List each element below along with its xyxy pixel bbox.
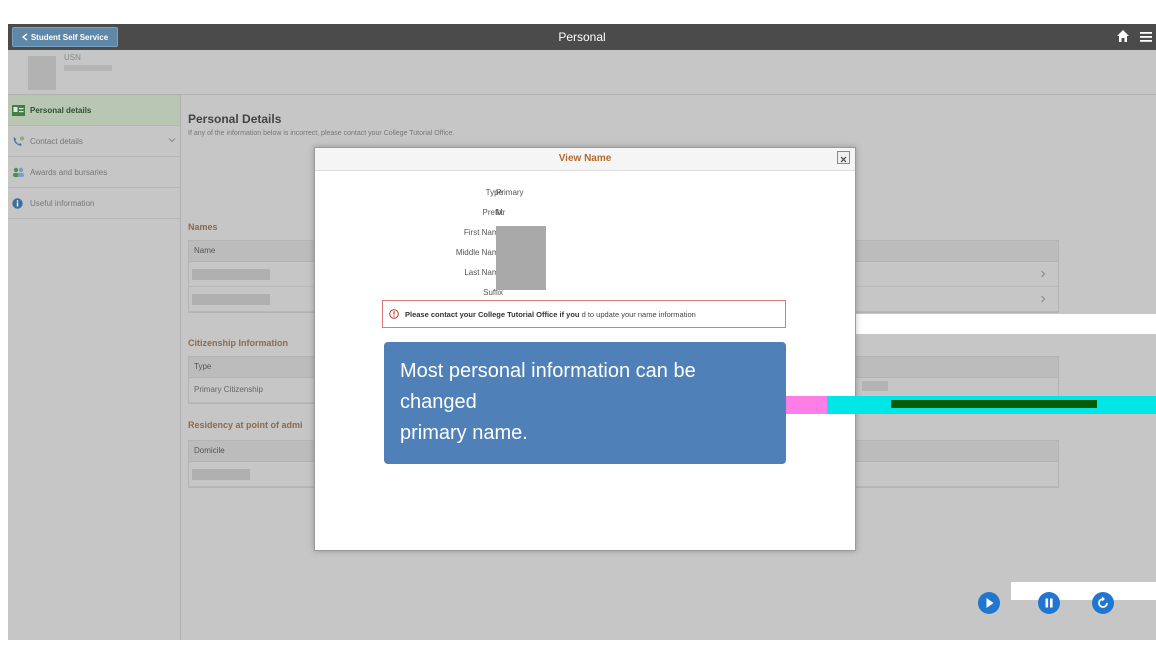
close-button[interactable] bbox=[837, 151, 850, 164]
middle-name-label: Middle Name bbox=[455, 248, 503, 257]
domicile-value-redacted bbox=[192, 469, 250, 480]
type-label: Type bbox=[485, 188, 503, 197]
id-card-icon bbox=[12, 104, 25, 116]
artifact-green bbox=[891, 400, 1097, 408]
alert-message: Please contact your College Tutorial Off… bbox=[382, 300, 786, 328]
callout-line-2: changed bbox=[400, 391, 477, 413]
render-artifact-strip bbox=[786, 396, 1156, 414]
name-values-redacted bbox=[496, 226, 546, 290]
name-value-redacted bbox=[192, 269, 270, 280]
back-to-student-self-service-button[interactable]: Student Self Service bbox=[12, 27, 118, 47]
sidebar-item-awards-and-bursaries[interactable]: Awards and bursaries bbox=[8, 157, 180, 188]
artifact-pink bbox=[786, 396, 827, 414]
sidebar-item-label: Awards and bursaries bbox=[30, 167, 108, 177]
play-icon bbox=[986, 598, 994, 608]
suffix-label: Suffix bbox=[483, 288, 503, 297]
name-value-redacted bbox=[192, 294, 270, 305]
menu-icon[interactable] bbox=[1140, 31, 1152, 43]
avatar bbox=[28, 56, 56, 90]
prefix-value: Mr bbox=[496, 208, 506, 217]
back-button-label: Student Self Service bbox=[30, 32, 109, 42]
screen-artifact bbox=[855, 314, 1156, 334]
page-header-title: Personal bbox=[558, 30, 606, 44]
player-widget-artifact bbox=[1011, 582, 1156, 600]
usn-value-redacted bbox=[64, 65, 112, 71]
page-subtitle: If any of the information below is incor… bbox=[188, 130, 455, 137]
alert-text-rest: d to update your name information bbox=[581, 309, 696, 319]
alert-text: Please contact your College Tutorial Off… bbox=[405, 310, 696, 319]
redacted-value bbox=[862, 381, 888, 391]
citizenship-section-title: Citizenship Information bbox=[188, 338, 288, 348]
alert-icon bbox=[389, 309, 399, 319]
pause-button[interactable] bbox=[1038, 592, 1060, 614]
top-bar: Personal Student Self Service bbox=[8, 24, 1156, 50]
dialog-title: View Name bbox=[558, 153, 612, 164]
sidebar: Personal details Contact details Awards … bbox=[8, 95, 181, 640]
close-icon bbox=[840, 156, 847, 163]
chevron-right-icon[interactable] bbox=[1040, 295, 1046, 303]
replay-icon bbox=[1098, 596, 1108, 608]
alert-text-bold: Please contact your College Tutorial Off… bbox=[405, 309, 580, 319]
sidebar-item-personal-details[interactable]: Personal details bbox=[8, 95, 180, 126]
residency-section-title: Residency at point of admi bbox=[188, 420, 303, 430]
names-section-title: Names bbox=[188, 222, 218, 232]
home-icon[interactable] bbox=[1116, 29, 1130, 43]
tutorial-callout: Most personal information can be changed… bbox=[384, 342, 786, 464]
play-button[interactable] bbox=[978, 592, 1000, 614]
sidebar-item-label: Useful information bbox=[30, 198, 95, 208]
phone-icon bbox=[13, 136, 24, 146]
chevron-down-icon[interactable] bbox=[168, 136, 176, 144]
pause-icon bbox=[1045, 598, 1053, 608]
sidebar-item-label: Contact details bbox=[30, 136, 83, 146]
type-value: Primary bbox=[496, 188, 524, 197]
chevron-left-icon bbox=[21, 33, 28, 41]
callout-line-1: Most personal information can be bbox=[400, 360, 696, 382]
last-name-label: Last Name bbox=[464, 268, 503, 277]
profile-header: USN bbox=[8, 50, 1156, 95]
prefix-label: Prefix bbox=[482, 208, 503, 217]
sidebar-item-contact-details[interactable]: Contact details bbox=[8, 126, 180, 157]
replay-button[interactable] bbox=[1092, 592, 1114, 614]
artifact-cyan bbox=[827, 396, 1156, 414]
info-icon bbox=[12, 197, 23, 209]
sidebar-item-label: Personal details bbox=[30, 105, 92, 115]
first-name-label: First Name bbox=[463, 228, 503, 237]
dialog-header: View Name bbox=[315, 148, 855, 171]
callout-line-3: primary name. bbox=[400, 422, 528, 444]
sidebar-item-useful-information[interactable]: Useful information bbox=[8, 188, 180, 219]
page-title: Personal Details bbox=[188, 112, 282, 126]
usn-label: USN bbox=[64, 53, 81, 62]
people-icon bbox=[13, 167, 24, 177]
citizenship-type-value: Primary Citizenship bbox=[194, 385, 263, 394]
chevron-right-icon[interactable] bbox=[1040, 270, 1046, 278]
